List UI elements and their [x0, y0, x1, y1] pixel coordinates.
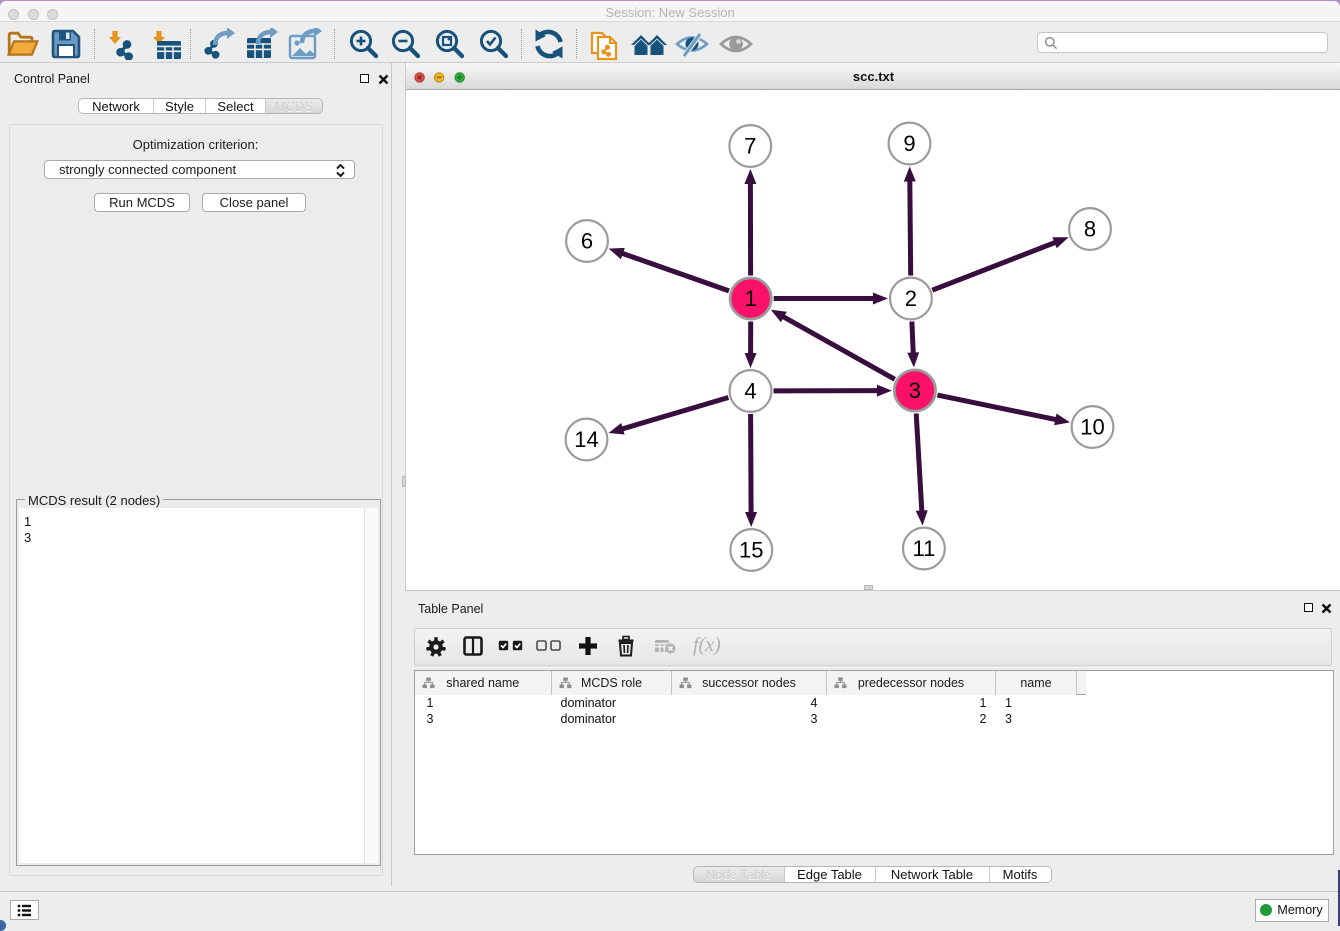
svg-text:11: 11 [912, 536, 935, 561]
svg-text:6: 6 [581, 229, 593, 254]
svg-text:2: 2 [905, 286, 917, 311]
svg-text:7: 7 [744, 134, 756, 159]
svg-text:4: 4 [744, 379, 756, 404]
svg-text:3: 3 [909, 378, 921, 403]
svg-text:8: 8 [1084, 217, 1096, 242]
svg-text:15: 15 [739, 538, 763, 563]
svg-text:9: 9 [903, 131, 915, 156]
svg-text:14: 14 [574, 427, 598, 452]
svg-text:10: 10 [1080, 415, 1104, 440]
svg-text:1: 1 [745, 286, 757, 311]
